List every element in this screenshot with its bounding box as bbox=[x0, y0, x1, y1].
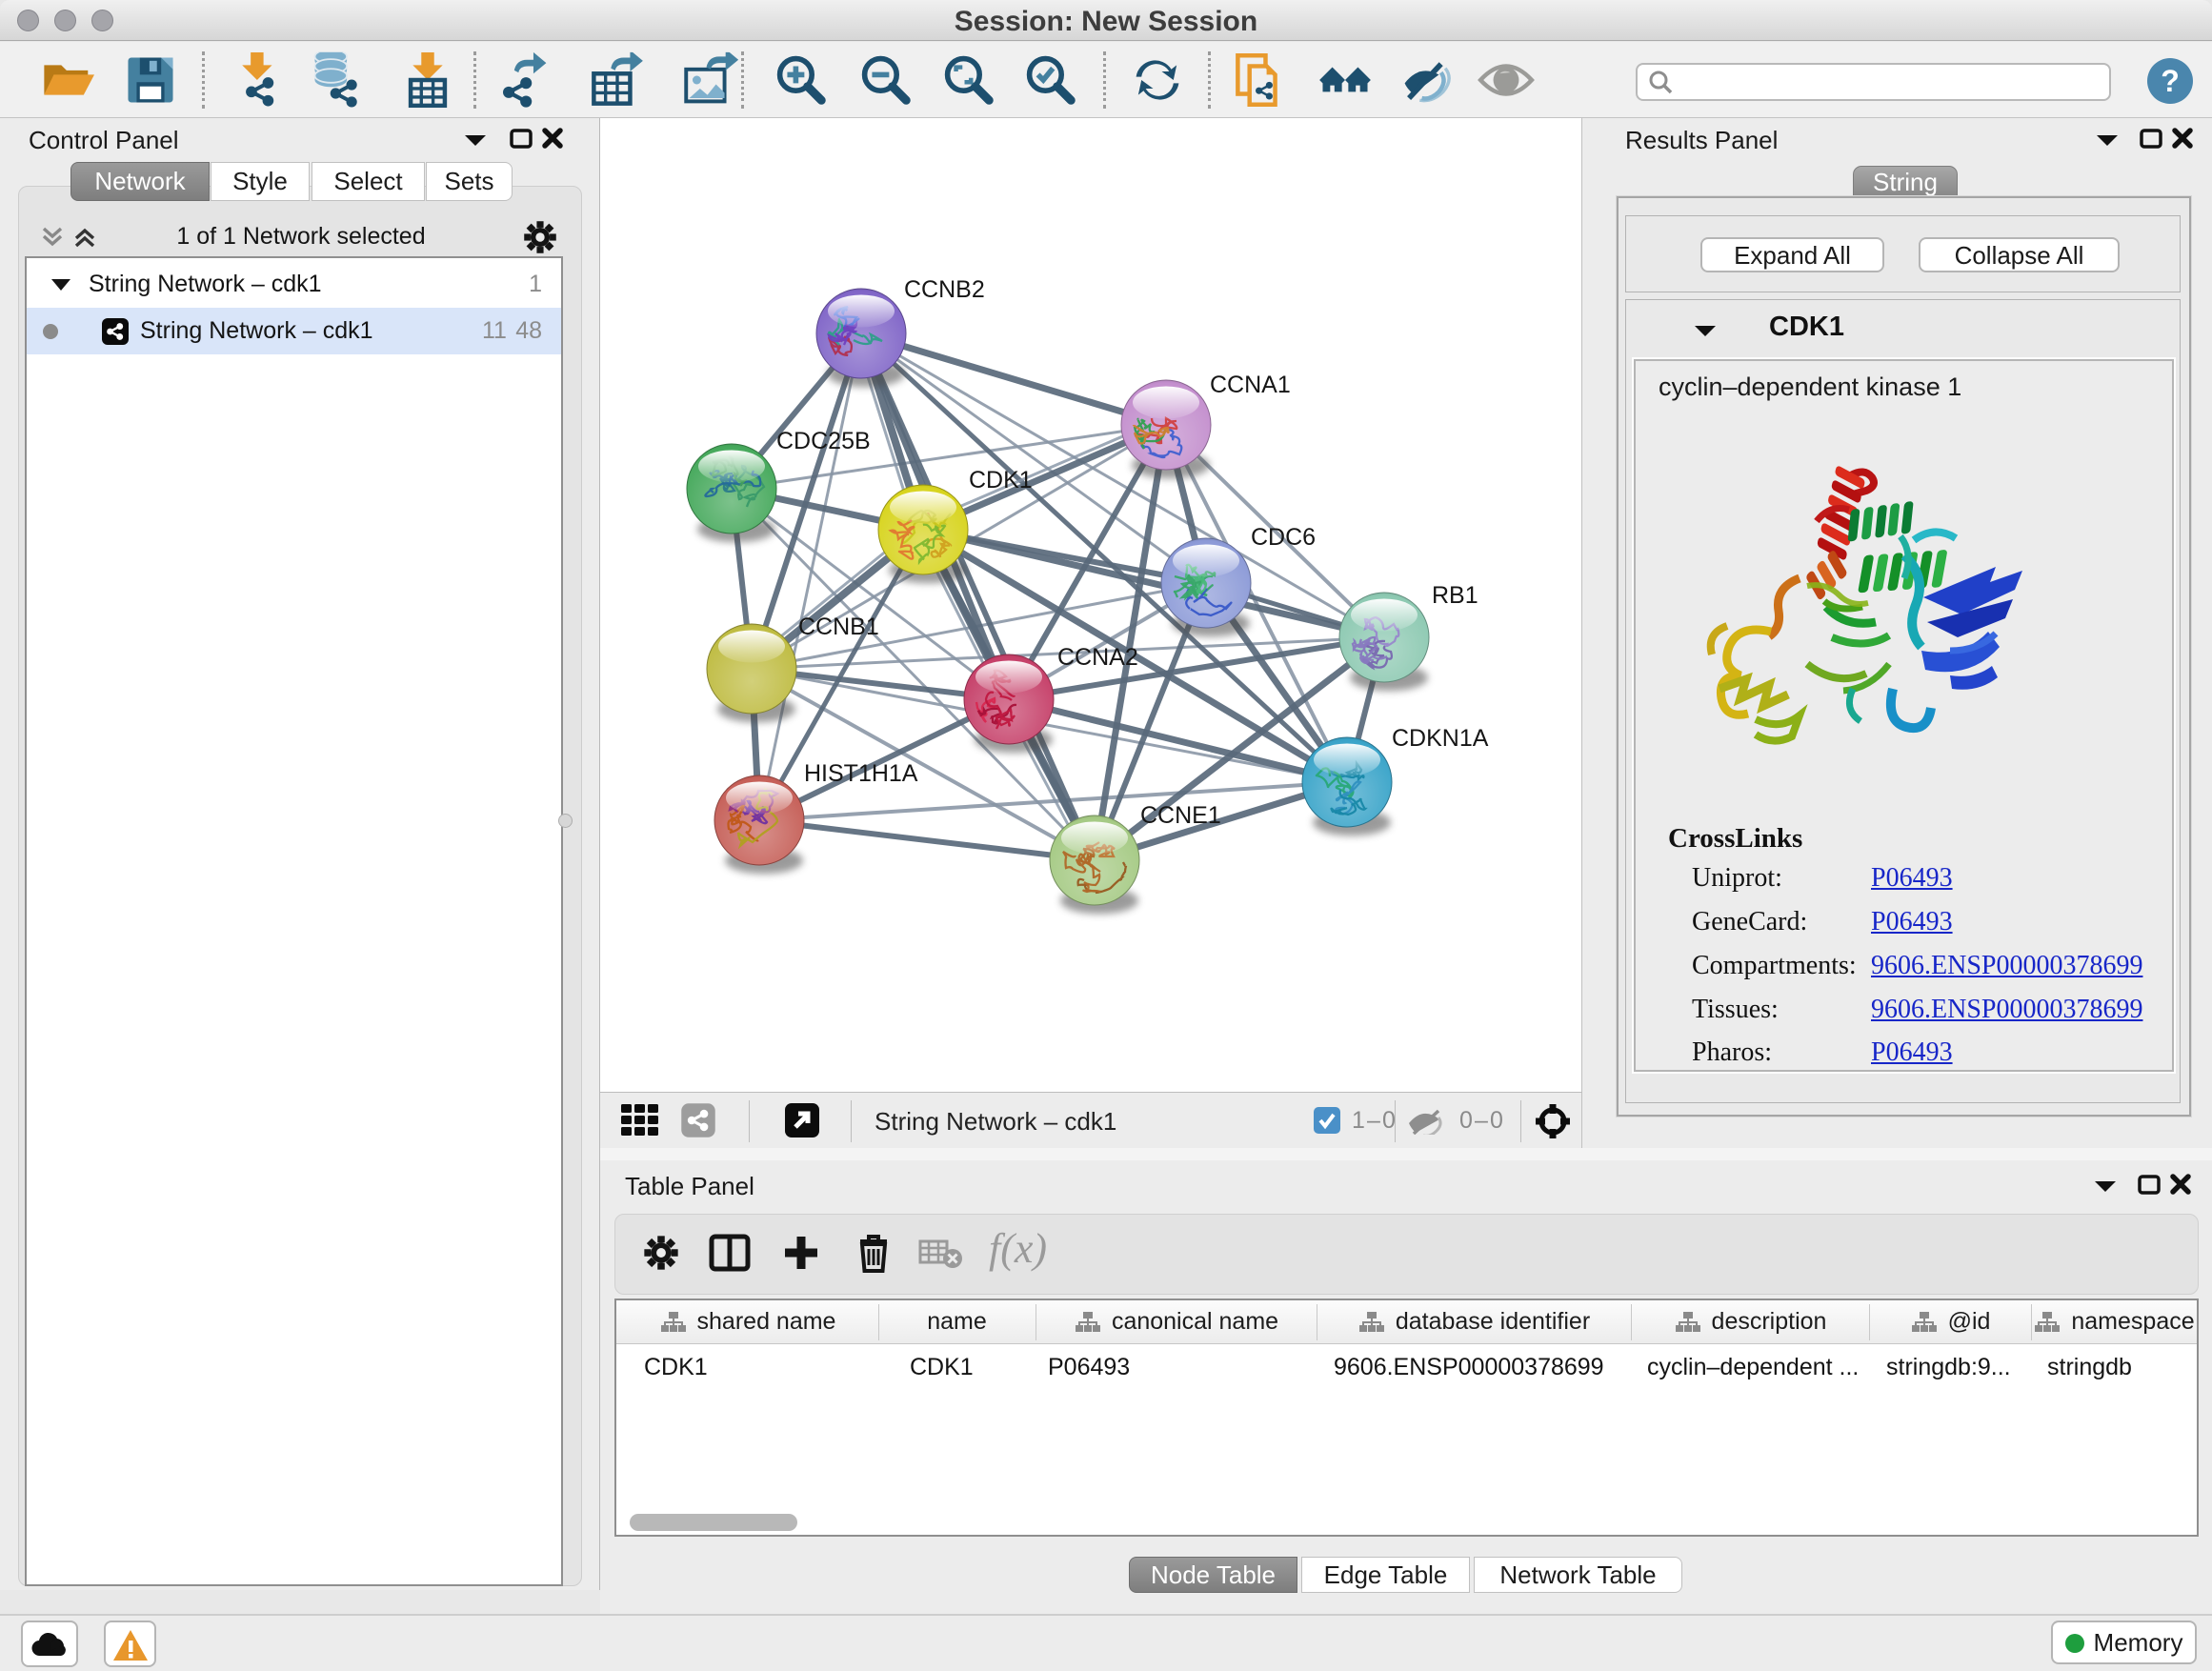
svg-text:CDC6: CDC6 bbox=[1251, 524, 1316, 551]
svg-text:CCNB1: CCNB1 bbox=[798, 614, 879, 640]
svg-text:CCNA2: CCNA2 bbox=[1057, 644, 1138, 671]
svg-text:CDC25B: CDC25B bbox=[776, 428, 871, 454]
svg-text:RB1: RB1 bbox=[1432, 582, 1478, 609]
svg-text:CDKN1A: CDKN1A bbox=[1392, 725, 1489, 752]
svg-text:CDK1: CDK1 bbox=[969, 467, 1033, 493]
svg-text:?: ? bbox=[2161, 64, 2180, 98]
svg-text:CCNB2: CCNB2 bbox=[904, 276, 985, 303]
svg-text:HIST1H1A: HIST1H1A bbox=[804, 760, 918, 787]
svg-text:CCNE1: CCNE1 bbox=[1140, 802, 1221, 829]
svg-text:CCNA1: CCNA1 bbox=[1210, 372, 1291, 398]
